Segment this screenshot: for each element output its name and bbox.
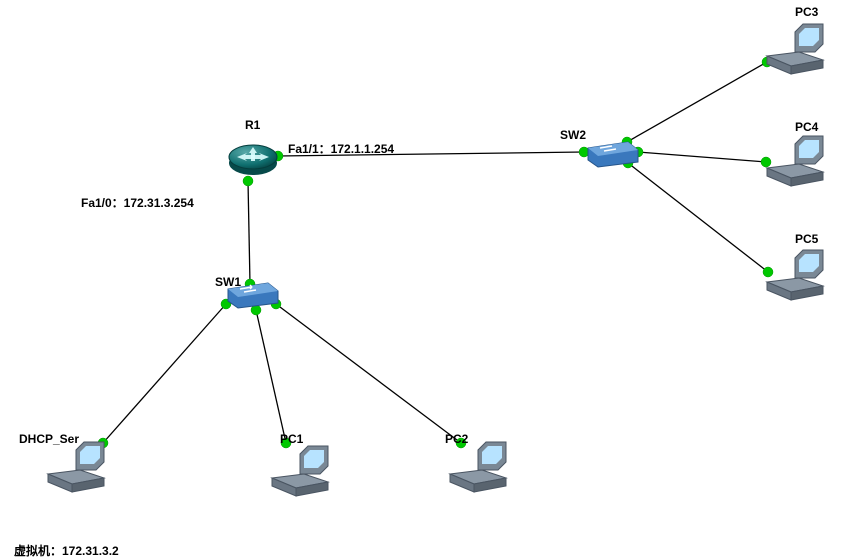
pc-icon [448, 440, 510, 496]
label-r1: R1 [245, 118, 260, 132]
pc-icon [765, 248, 827, 304]
label-pc3: PC3 [795, 5, 818, 19]
node-router-r1[interactable] [227, 133, 279, 185]
node-pc-pc3[interactable] [765, 22, 827, 78]
node-switch-sw2[interactable] [582, 140, 640, 168]
pc-icon [765, 134, 827, 190]
label-sw2: SW2 [560, 128, 586, 142]
link-sw2-pc5[interactable] [628, 163, 768, 272]
node-pc-dhcp-ser[interactable] [46, 440, 108, 496]
label-interface-fa10: Fa1/0：172.31.3.254 [81, 194, 194, 211]
link-sw2-pc4[interactable] [638, 152, 766, 162]
link-sw1-dhcp[interactable] [103, 304, 226, 443]
node-pc-pc1[interactable] [270, 444, 332, 500]
pc-icon [765, 22, 827, 78]
link-sw1-pc1[interactable] [256, 310, 286, 443]
link-r1-sw1[interactable] [248, 181, 250, 284]
label-sw1: SW1 [215, 275, 241, 289]
node-pc-pc4[interactable] [765, 134, 827, 190]
switch-icon [582, 140, 640, 168]
link-sw2-pc3[interactable] [627, 62, 767, 142]
label-pc2: PC2 [445, 432, 468, 446]
node-pc-pc2[interactable] [448, 440, 510, 496]
label-vm-ip: 虚拟机：172.31.3.2 [14, 542, 119, 559]
node-pc-pc5[interactable] [765, 248, 827, 304]
label-pc5: PC5 [795, 232, 818, 246]
pc-icon [46, 440, 108, 496]
label-interface-fa11: Fa1/1：172.1.1.254 [288, 140, 394, 157]
label-pc1: PC1 [280, 432, 303, 446]
links-layer [0, 0, 868, 559]
router-icon [227, 133, 279, 185]
link-sw1-pc2[interactable] [276, 304, 461, 443]
label-dhcp: DHCP_Ser [19, 432, 79, 446]
pc-icon [270, 444, 332, 500]
label-pc4: PC4 [795, 120, 818, 134]
